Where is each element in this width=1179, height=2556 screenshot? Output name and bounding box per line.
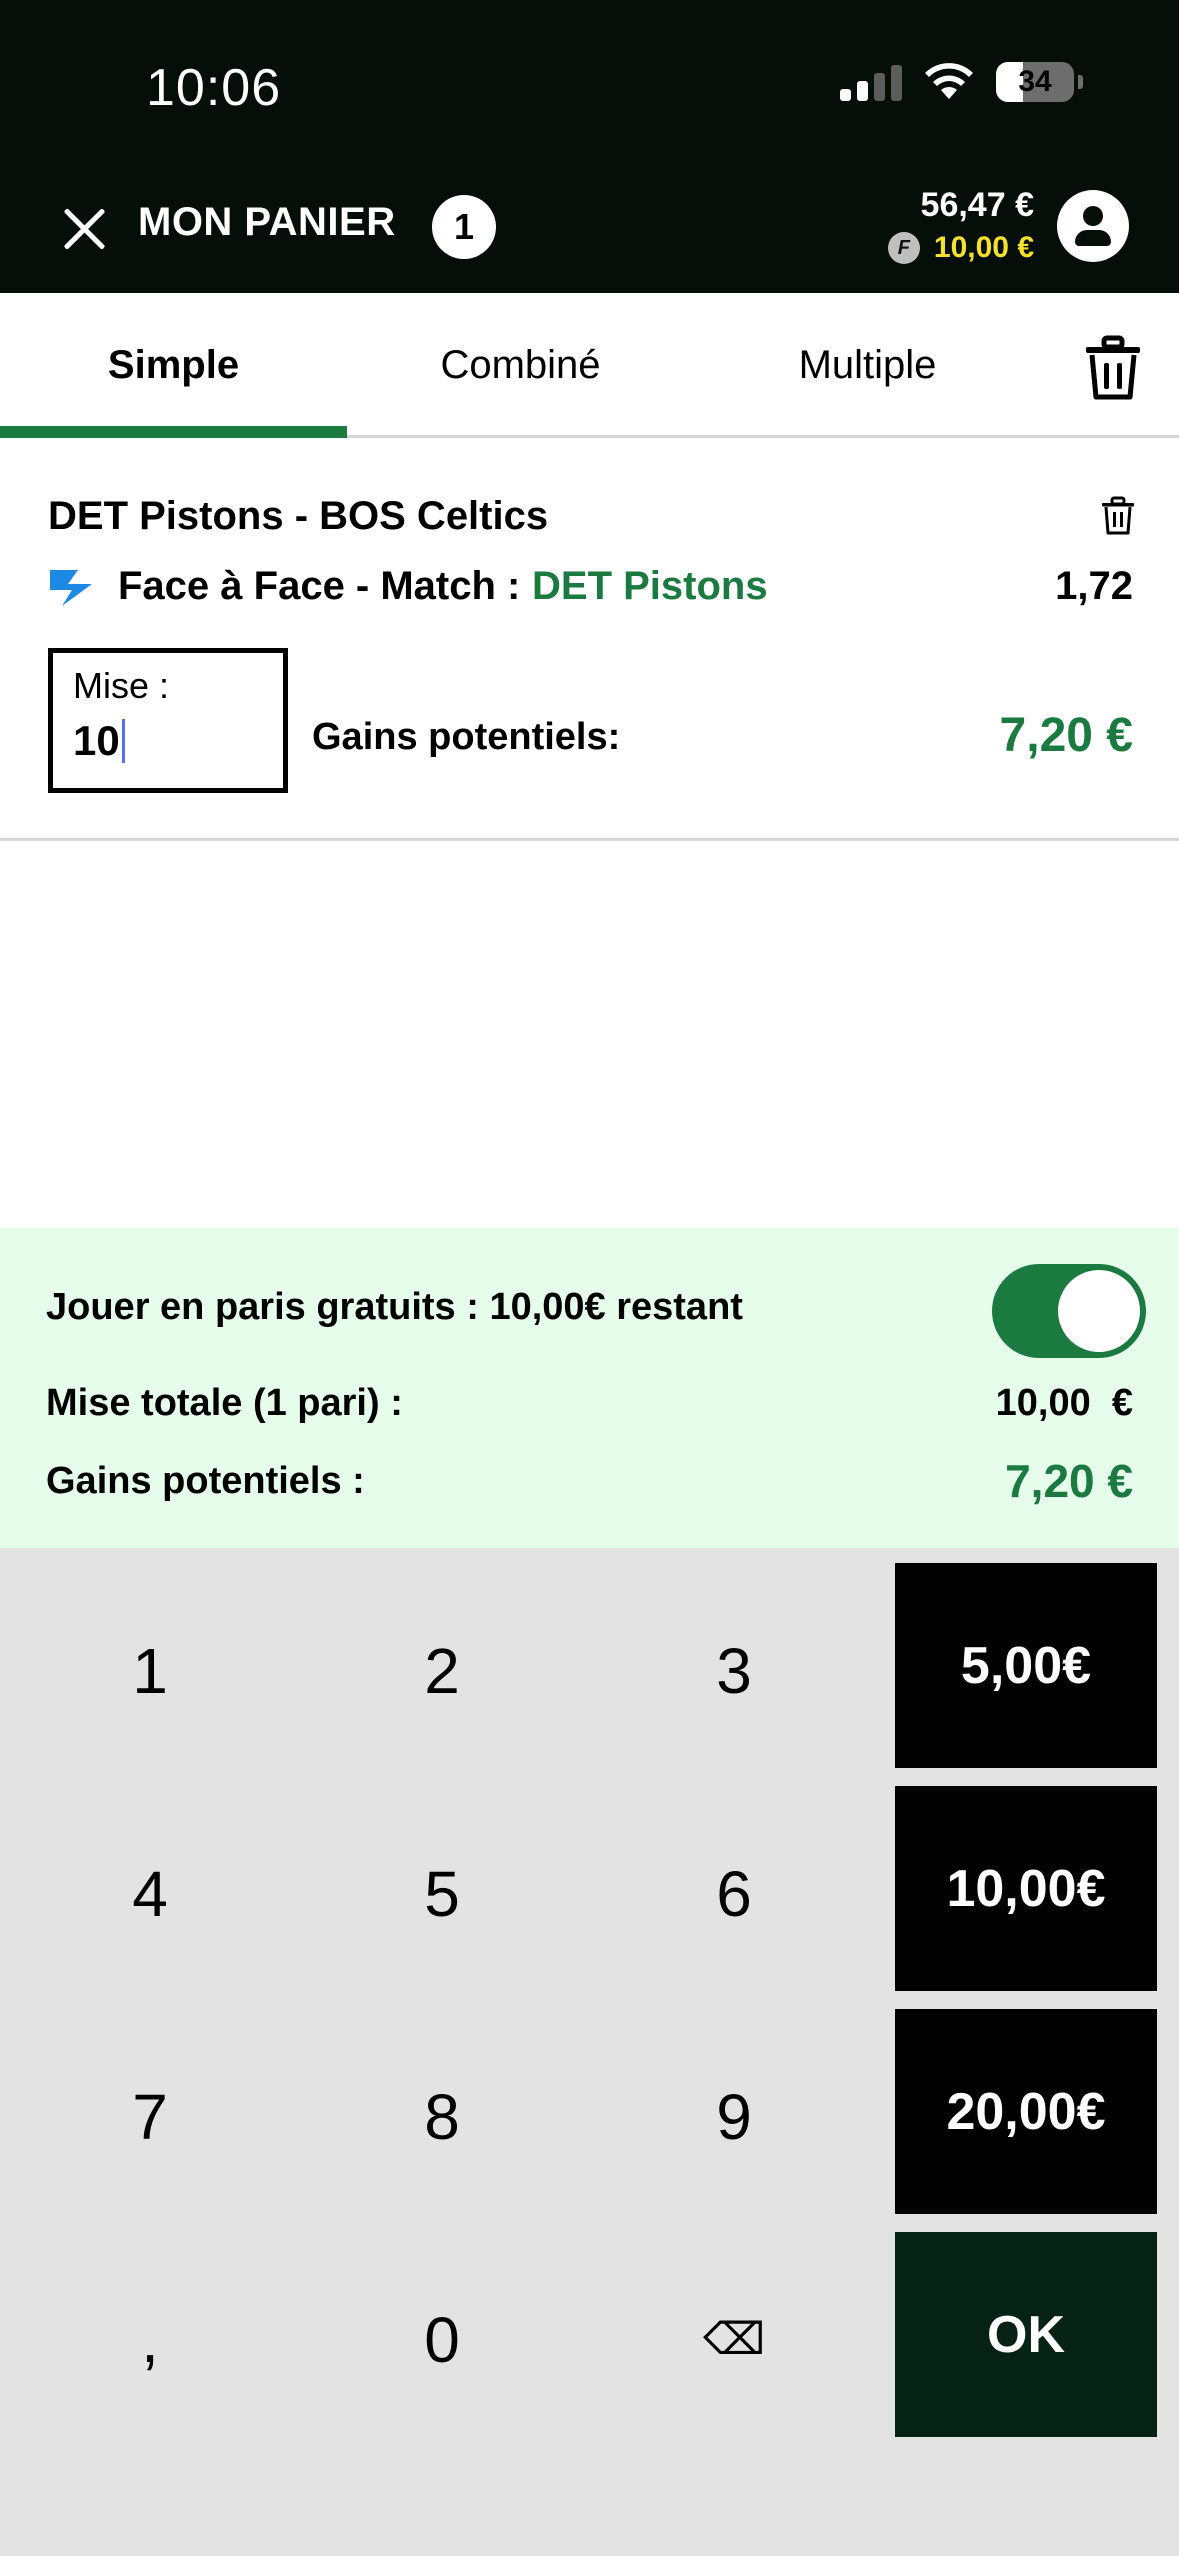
close-icon[interactable] — [56, 200, 112, 256]
active-tab-indicator — [0, 426, 347, 438]
tab-multiple[interactable]: Multiple — [694, 293, 1041, 438]
key-2[interactable]: 2 — [297, 1568, 587, 1773]
status-time: 10:06 — [146, 59, 282, 117]
free-bet-amount: 10,00 € — [933, 231, 1034, 264]
bet-card: DET Pistons - BOS Celtics Face à Face - … — [0, 438, 1179, 841]
backspace-icon[interactable]: ⌫ — [589, 2237, 879, 2442]
text-caret — [121, 719, 125, 763]
quick-stake-5-button[interactable]: 5,00€ — [895, 1563, 1157, 1768]
battery-tip — [1078, 75, 1083, 89]
key-0[interactable]: 0 — [297, 2237, 587, 2442]
quick-stake-20-button[interactable]: 20,00€ — [895, 2009, 1157, 2214]
user-avatar-icon[interactable] — [1057, 190, 1129, 262]
numeric-keypad: 1 2 3 4 5 6 7 8 9 , 0 ⌫ 5,00€ 10,00€ 20,… — [0, 1548, 1179, 2556]
key-1[interactable]: 1 — [5, 1568, 295, 1773]
bet-type-tabs: Simple Combiné Multiple — [0, 293, 1179, 438]
key-3[interactable]: 3 — [589, 1568, 879, 1773]
total-stake-label: Mise totale (1 pari) : — [46, 1382, 403, 1424]
key-8[interactable]: 8 — [297, 2014, 587, 2219]
ok-button[interactable]: OK — [895, 2232, 1157, 2437]
cart-count-badge: 1 — [432, 195, 496, 259]
free-bet-coin-icon: F — [887, 232, 920, 264]
key-4[interactable]: 4 — [5, 1791, 295, 1996]
potential-gains-value: 7,20 € — [1005, 1455, 1133, 1507]
bet-odds: 1,72 — [1055, 564, 1133, 608]
key-5[interactable]: 5 — [297, 1791, 587, 1996]
gains-label: Gains potentiels: — [312, 716, 621, 758]
stake-value: 10 — [73, 717, 120, 764]
bet-summary: Jouer en paris gratuits : 10,00€ restant… — [0, 1228, 1179, 1548]
free-bet-label: Jouer en paris gratuits : 10,00€ restant — [46, 1286, 743, 1328]
remove-bet-trash-icon[interactable] — [1100, 496, 1136, 536]
tab-simple[interactable]: Simple — [0, 293, 347, 438]
stake-label: Mise : — [73, 665, 170, 706]
clear-cart-trash-icon[interactable] — [1082, 335, 1144, 401]
free-bet-balance: F 10,00 € — [887, 231, 1034, 265]
quick-stake-10-button[interactable]: 10,00€ — [895, 1786, 1157, 1991]
wifi-icon — [925, 63, 973, 99]
total-stake-value: 10,00 € — [995, 1382, 1133, 1424]
key-6[interactable]: 6 — [589, 1791, 879, 1996]
status-icons: 34 — [840, 62, 1083, 102]
basketball-sport-icon — [50, 569, 92, 606]
selection-label: DET Pistons — [532, 564, 768, 608]
tab-combine[interactable]: Combiné — [347, 293, 694, 438]
bet-market-row: Face à Face - Match : — [48, 564, 520, 609]
key-7[interactable]: 7 — [5, 2014, 295, 2219]
toggle-knob — [1058, 1270, 1140, 1352]
app-header: 10:06 34 MON PANIER 1 56,47 € F 10,00 € — [0, 0, 1179, 293]
potential-gains-label: Gains potentiels : — [46, 1460, 365, 1502]
key-comma[interactable]: , — [5, 2237, 295, 2442]
cellular-signal-icon — [840, 63, 902, 101]
battery-icon: 34 — [996, 62, 1074, 102]
account-balance[interactable]: 56,47 € F 10,00 € — [887, 186, 1034, 265]
balance-amount: 56,47 € — [920, 186, 1034, 224]
free-bet-toggle[interactable] — [992, 1264, 1146, 1358]
stake-input[interactable]: Mise : 10 — [48, 648, 288, 793]
key-9[interactable]: 9 — [589, 2014, 879, 2219]
match-name: DET Pistons - BOS Celtics — [48, 494, 549, 538]
gains-value: 7,20 € — [999, 709, 1133, 762]
battery-level: 34 — [1018, 65, 1052, 98]
market-label: Face à Face - Match : — [118, 564, 521, 608]
cart-title: MON PANIER — [138, 200, 396, 244]
